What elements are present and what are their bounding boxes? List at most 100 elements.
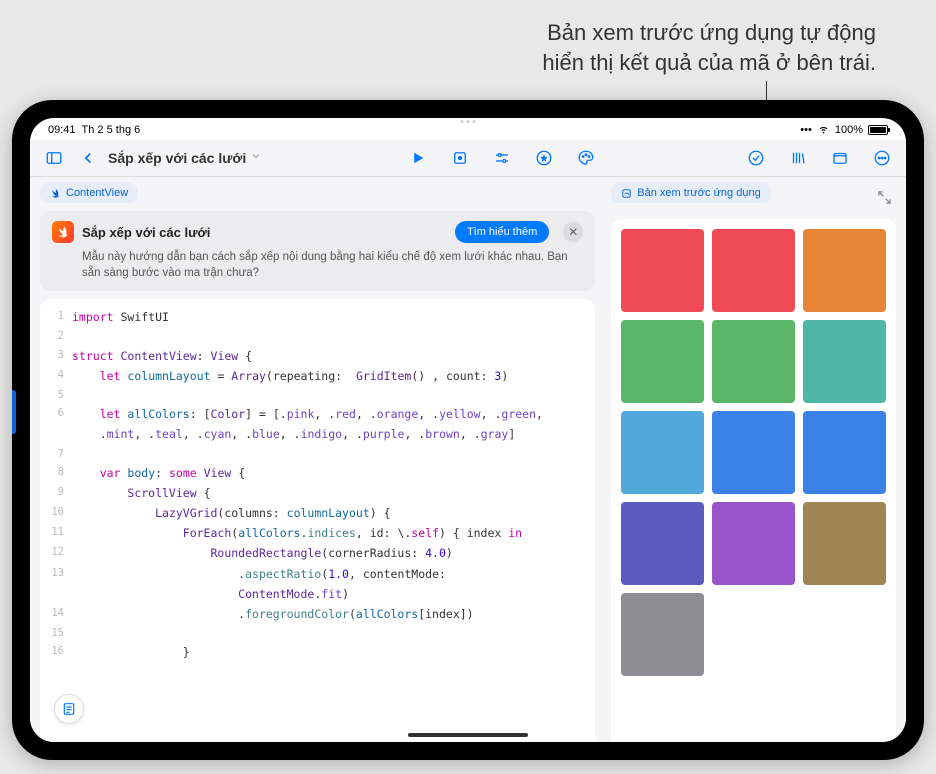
multitasking-dots[interactable]	[461, 120, 476, 123]
code-line[interactable]: 11 ForEach(allColors.indices, id: \.self…	[40, 523, 595, 543]
more-menu-icon[interactable]	[868, 144, 896, 172]
code-line[interactable]: 13 .aspectRatio(1.0, contentMode:	[40, 564, 595, 584]
palette-icon[interactable]	[572, 144, 600, 172]
app-preview-icon	[621, 188, 632, 199]
code-line[interactable]: 6 let allColors: [Color] = [.pink, .red,…	[40, 404, 595, 424]
annotation-line2: hiển thị kết quả của mã ở bên trái.	[280, 48, 876, 78]
code-line[interactable]: 9 ScrollView {	[40, 483, 595, 503]
settings-sliders-icon[interactable]	[488, 144, 516, 172]
code-content[interactable]: .foregroundColor(allColors[index])	[72, 604, 474, 624]
code-line[interactable]: 8 var body: some View {	[40, 463, 595, 483]
tutorial-description: Mẫu này hướng dẫn bạn cách sắp xếp nội d…	[52, 249, 583, 281]
file-pill-label: ContentView	[66, 187, 128, 199]
annotation-line1: Bản xem trước ứng dụng tự động	[280, 18, 876, 48]
step-button[interactable]	[446, 144, 474, 172]
document-title[interactable]: Sắp xếp với các lưới	[108, 149, 262, 167]
run-button[interactable]	[404, 144, 432, 172]
code-content[interactable]: RoundedRectangle(cornerRadius: 4.0)	[72, 543, 453, 563]
ipad-device-frame: 09:41 Th 2 5 thg 6 ••• 100% Sắp xếp với …	[12, 100, 924, 760]
code-line[interactable]: 12 RoundedRectangle(cornerRadius: 4.0)	[40, 543, 595, 563]
code-line[interactable]: 3struct ContentView: View {	[40, 346, 595, 366]
chevron-down-icon	[250, 149, 262, 167]
color-swatch[interactable]	[712, 411, 795, 494]
code-line[interactable]: 4 let columnLayout = Array(repeating: Gr…	[40, 366, 595, 386]
line-number	[40, 424, 72, 444]
content-split-view: ContentView Sắp xếp với các lưới Tìm hiể…	[30, 177, 906, 742]
line-number: 1	[40, 307, 72, 327]
color-swatch[interactable]	[712, 502, 795, 585]
code-line[interactable]: 14 .foregroundColor(allColors[index])	[40, 604, 595, 624]
color-swatch[interactable]	[621, 502, 704, 585]
code-content[interactable]: LazyVGrid(columns: columnLayout) {	[72, 503, 391, 523]
code-content[interactable]: .mint, .teal, .cyan, .blue, .indigo, .pu…	[72, 424, 515, 444]
tutorial-icon	[52, 221, 74, 243]
code-line[interactable]: ContentMode.fit)	[40, 584, 595, 604]
sidebar-toggle-icon[interactable]	[40, 144, 68, 172]
notes-float-button[interactable]	[54, 694, 84, 724]
code-content[interactable]: ContentMode.fit)	[72, 584, 349, 604]
line-number: 10	[40, 503, 72, 523]
code-content[interactable]: import SwiftUI	[72, 307, 169, 327]
color-swatch[interactable]	[621, 320, 704, 403]
star-badge-icon[interactable]	[530, 144, 558, 172]
code-line[interactable]: 5	[40, 386, 595, 404]
color-swatch[interactable]	[621, 411, 704, 494]
window-icon[interactable]	[826, 144, 854, 172]
code-content[interactable]: .aspectRatio(1.0, contentMode:	[72, 564, 446, 584]
color-swatch[interactable]	[803, 411, 886, 494]
code-content[interactable]: ScrollView {	[72, 483, 211, 503]
code-content[interactable]: struct ContentView: View {	[72, 346, 252, 366]
code-line[interactable]: 7	[40, 445, 595, 463]
code-line[interactable]: 2	[40, 327, 595, 345]
preview-pill-label: Bản xem trước ứng dụng	[637, 187, 760, 199]
preview-canvas[interactable]	[611, 219, 896, 742]
ipad-screen: 09:41 Th 2 5 thg 6 ••• 100% Sắp xếp với …	[30, 118, 906, 742]
code-line[interactable]: 1import SwiftUI	[40, 307, 595, 327]
back-button[interactable]	[74, 144, 102, 172]
code-line[interactable]: .mint, .teal, .cyan, .blue, .indigo, .pu…	[40, 424, 595, 444]
wifi-icon	[817, 122, 830, 138]
code-content[interactable]: var body: some View {	[72, 463, 245, 483]
document-title-text: Sắp xếp với các lưới	[108, 150, 246, 166]
line-number: 12	[40, 543, 72, 563]
line-number: 3	[40, 346, 72, 366]
file-pill[interactable]: ContentView	[40, 183, 138, 203]
color-grid	[621, 229, 886, 676]
annotation-callout: Bản xem trước ứng dụng tự động hiển thị …	[280, 18, 876, 77]
code-editor-pane: ContentView Sắp xếp với các lưới Tìm hiể…	[30, 177, 605, 742]
checkmark-circle-icon[interactable]	[742, 144, 770, 172]
code-line[interactable]: 15	[40, 624, 595, 642]
code-content[interactable]: }	[72, 642, 190, 662]
preview-pill[interactable]: Bản xem trước ứng dụng	[611, 183, 770, 203]
code-editor[interactable]: 1import SwiftUI23struct ContentView: Vie…	[40, 299, 595, 742]
line-number: 9	[40, 483, 72, 503]
color-swatch[interactable]	[803, 320, 886, 403]
code-content[interactable]: let allColors: [Color] = [.pink, .red, .…	[72, 404, 543, 424]
app-toolbar: Sắp xếp với các lưới	[30, 140, 906, 177]
line-number: 5	[40, 386, 72, 404]
learn-more-button[interactable]: Tìm hiểu thêm	[455, 221, 549, 243]
expand-preview-button[interactable]	[872, 185, 896, 209]
line-number: 4	[40, 366, 72, 386]
library-icon[interactable]	[784, 144, 812, 172]
line-number: 16	[40, 642, 72, 662]
color-swatch[interactable]	[621, 593, 704, 676]
code-content[interactable]: ForEach(allColors.indices, id: \.self) {…	[72, 523, 522, 543]
color-swatch[interactable]	[621, 229, 704, 312]
dismiss-card-button[interactable]: ✕	[563, 222, 583, 242]
code-content[interactable]: let columnLayout = Array(repeating: Grid…	[72, 366, 508, 386]
color-swatch[interactable]	[803, 229, 886, 312]
cellular-dots-icon: •••	[800, 124, 812, 136]
color-swatch[interactable]	[803, 502, 886, 585]
color-swatch[interactable]	[712, 229, 795, 312]
code-line[interactable]: 10 LazyVGrid(columns: columnLayout) {	[40, 503, 595, 523]
tutorial-info-card: Sắp xếp với các lưới Tìm hiểu thêm ✕ Mẫu…	[40, 211, 595, 291]
home-indicator[interactable]	[408, 733, 528, 737]
code-line[interactable]: 16 }	[40, 642, 595, 662]
line-number: 2	[40, 327, 72, 345]
side-connector-indicator	[12, 390, 16, 434]
line-number: 15	[40, 624, 72, 642]
line-number	[40, 584, 72, 604]
color-swatch[interactable]	[712, 320, 795, 403]
line-number: 6	[40, 404, 72, 424]
